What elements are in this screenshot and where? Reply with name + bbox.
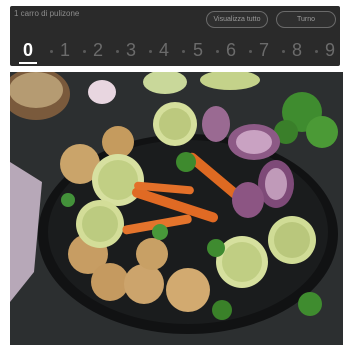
digit-separator [315,50,318,53]
digit-3[interactable]: 3 [123,40,139,60]
digit-row: 0 1 2 3 4 5 6 7 8 9 [10,38,340,66]
digit-8[interactable]: 8 [289,40,305,60]
digit-separator [116,50,119,53]
app-root: 1 carro di pulizone Visualizza tutto Tur… [0,0,343,345]
number-selector-panel: 1 carro di pulizone Visualizza tutto Tur… [10,6,340,66]
digit-7[interactable]: 7 [256,40,272,60]
panel-hint-text: 1 carro di pulizone [14,9,80,18]
digit-1[interactable]: 1 [57,40,73,60]
digit-separator [249,50,252,53]
turn-button[interactable]: Turno [276,11,336,28]
digit-2[interactable]: 2 [90,40,106,60]
digit-separator [282,50,285,53]
digit-separator [50,50,53,53]
digit-separator [216,50,219,53]
selected-digit-underline [19,62,37,64]
digit-6[interactable]: 6 [223,40,239,60]
grilled-vegetables-illustration [10,72,343,345]
digit-5[interactable]: 5 [190,40,206,60]
show-all-button[interactable]: Visualizza tutto [206,11,268,28]
digit-4[interactable]: 4 [156,40,172,60]
digit-separator [149,50,152,53]
digit-0[interactable]: 0 [20,40,36,60]
food-photo [10,72,343,345]
digit-separator [182,50,185,53]
digit-9[interactable]: 9 [322,40,338,60]
digit-separator [83,50,86,53]
